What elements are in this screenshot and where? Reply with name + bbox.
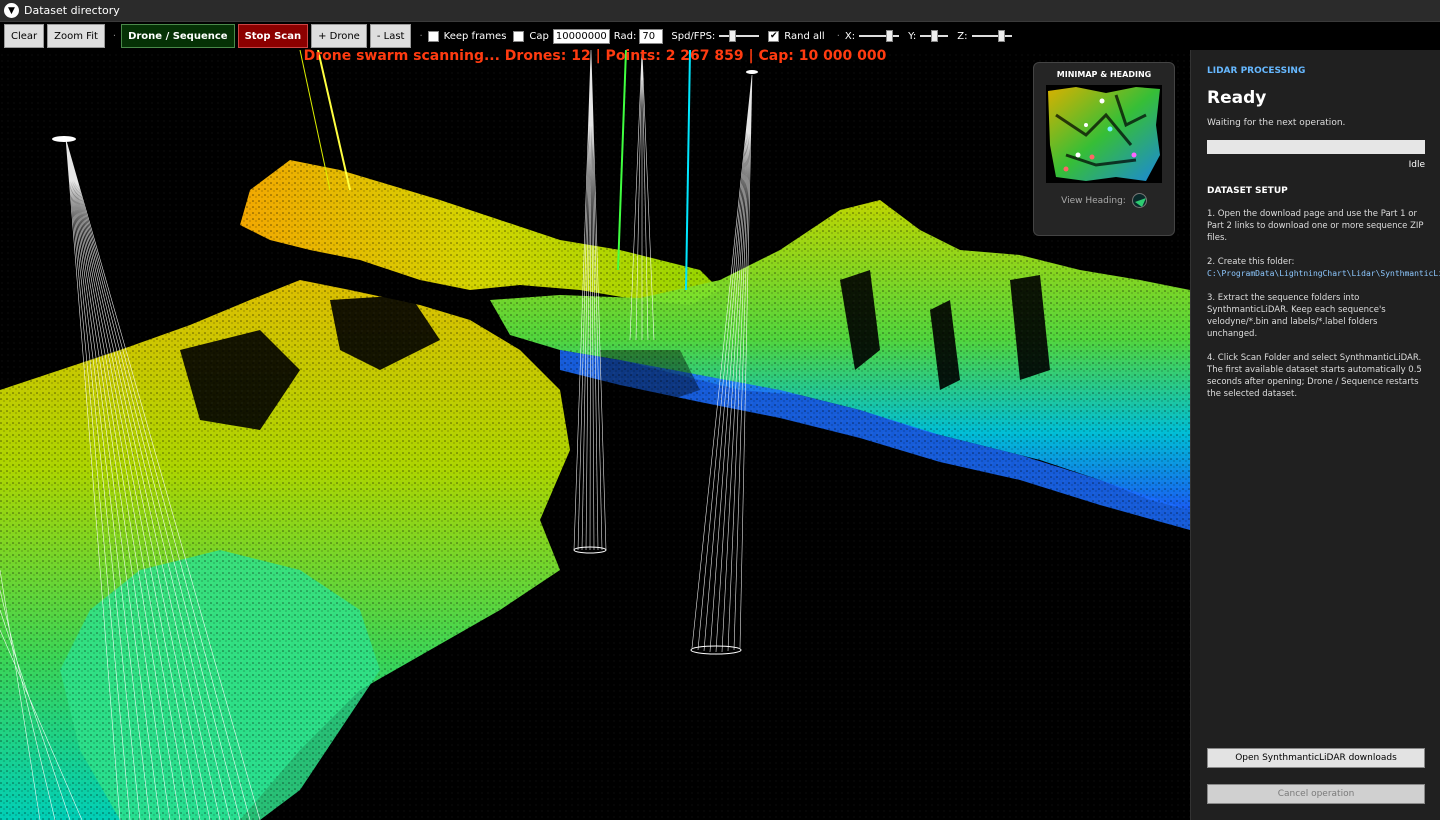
lidar-3d-viewport[interactable] xyxy=(0,50,1190,820)
slider-thumb[interactable] xyxy=(997,30,1005,42)
minimap-drone-marker xyxy=(1107,126,1113,132)
cap-checkbox[interactable] xyxy=(513,30,525,42)
view-heading-label: View Heading: xyxy=(1061,195,1126,206)
spd-fps-label: Spd/FPS: xyxy=(671,30,716,42)
processing-status: Ready xyxy=(1207,88,1267,108)
rad-label: Rad: xyxy=(613,30,637,42)
cap-label: Cap xyxy=(529,30,549,42)
zoom-fit-button[interactable]: Zoom Fit xyxy=(47,24,105,48)
rand-all-label: Rand all xyxy=(784,30,825,42)
setup-step-3: 3. Extract the sequence folders into Syn… xyxy=(1207,293,1386,339)
setup-step-2: 2. Create this folder: C:\ProgramData\Li… xyxy=(1207,256,1440,280)
minimap-title: MINIMAP & HEADING xyxy=(1056,70,1152,79)
spd-fps-slider[interactable] xyxy=(719,30,760,42)
x-label: X: xyxy=(844,30,856,42)
slider-track xyxy=(859,35,900,37)
slider-track xyxy=(719,35,760,37)
minimap-panel: MINIMAP & HEADING View Heading: xyxy=(1033,62,1175,236)
setup-step-4: 4. Click Scan Folder and select Synthman… xyxy=(1207,353,1422,399)
progress-bar xyxy=(1207,140,1425,154)
open-downloads-button[interactable]: Open SynthmanticLiDAR downloads xyxy=(1207,748,1425,768)
minimap-drone-marker xyxy=(1075,152,1081,158)
title-bar: ▼ Dataset directory xyxy=(0,0,1440,22)
minimap[interactable] xyxy=(1046,85,1162,183)
rad-input[interactable]: 70 xyxy=(639,28,664,44)
separator: · xyxy=(112,30,117,42)
setup-step-2-text: 2. Create this folder: xyxy=(1207,257,1295,267)
y-slider[interactable] xyxy=(920,30,949,42)
point-texture-overlay xyxy=(0,50,1190,820)
minimap-drone-marker xyxy=(1063,166,1069,172)
progress-label: Idle xyxy=(1408,160,1425,170)
separator: · xyxy=(836,30,840,42)
stop-scan-button[interactable]: Stop Scan xyxy=(237,24,309,48)
separator: · xyxy=(419,30,423,42)
rand-all-checkbox[interactable]: ✔ xyxy=(768,30,780,42)
point-cloud-render xyxy=(0,50,1190,820)
lidar-processing-panel: LIDAR PROCESSING Ready Waiting for the n… xyxy=(1190,50,1440,820)
section-title: LIDAR PROCESSING xyxy=(1207,66,1306,76)
add-drone-button[interactable]: + Drone xyxy=(311,24,367,48)
folder-path: C:\ProgramData\LightningChart\Lidar\Synt… xyxy=(1207,269,1440,278)
cap-input[interactable]: 10000000 xyxy=(552,28,610,44)
x-slider[interactable] xyxy=(859,30,900,42)
z-slider[interactable] xyxy=(971,30,1012,42)
clear-button[interactable]: Clear xyxy=(4,24,45,48)
z-label: Z: xyxy=(957,30,968,42)
slider-thumb[interactable] xyxy=(885,30,893,42)
dataset-setup-title: DATASET SETUP xyxy=(1207,186,1288,196)
window-title: Dataset directory xyxy=(24,4,120,17)
slider-track xyxy=(971,35,1012,37)
minimap-render xyxy=(1048,87,1160,181)
keep-frames-label: Keep frames xyxy=(443,30,507,42)
keep-frames-checkbox[interactable] xyxy=(427,30,439,42)
drone-sequence-button[interactable]: Drone / Sequence xyxy=(121,24,235,48)
minimap-drone-marker xyxy=(1099,98,1105,104)
drone-icon xyxy=(746,70,758,74)
compass-icon xyxy=(1131,193,1147,208)
cancel-operation-button[interactable]: Cancel operation xyxy=(1207,784,1425,804)
slider-thumb[interactable] xyxy=(729,30,737,42)
minimap-drone-marker xyxy=(1084,123,1088,127)
processing-substatus: Waiting for the next operation. xyxy=(1207,118,1346,128)
toolbar: Clear Zoom Fit · Drone / Sequence Stop S… xyxy=(0,22,1190,50)
remove-last-drone-button[interactable]: - Last xyxy=(369,24,412,48)
slider-thumb[interactable] xyxy=(930,30,938,42)
setup-step-1: 1. Open the download page and use the Pa… xyxy=(1207,209,1424,243)
minimap-drone-marker xyxy=(1131,152,1137,158)
view-heading: View Heading: xyxy=(1034,193,1174,208)
minimap-drone-marker xyxy=(1089,154,1095,160)
scan-status-text: Drone swarm scanning... Drones: 12 | Poi… xyxy=(303,48,887,64)
y-label: Y: xyxy=(908,30,917,42)
chevron-down-icon[interactable]: ▼ xyxy=(4,3,19,18)
drone-icon xyxy=(52,136,76,142)
